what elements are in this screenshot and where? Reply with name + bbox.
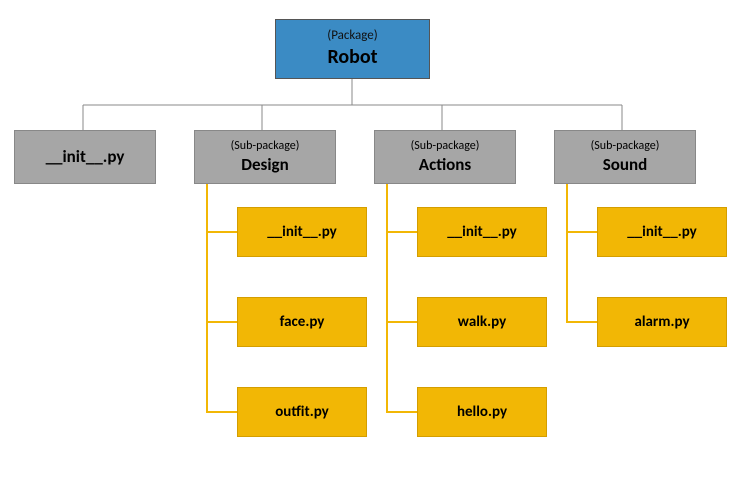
file-actions-0: __init__.py [417,207,547,257]
module-init-root-name: __init__.py [46,146,125,167]
file-design-0: __init__.py [237,207,367,257]
file-sound-0: __init__.py [597,207,727,257]
subpackage-actions: (Sub-package) Actions [374,130,516,184]
subpackage-sound-name: Sound [603,154,648,175]
package-root-name: Robot [327,45,377,70]
subpackage-design-name: Design [241,154,288,175]
module-init-root: __init__.py [14,130,156,184]
subpackage-design-tag: (Sub-package) [231,139,300,154]
package-root-tag: (Package) [327,28,377,44]
file-design-2: outfit.py [237,387,367,437]
file-actions-1: walk.py [417,297,547,347]
subpackage-sound-tag: (Sub-package) [591,139,660,154]
subpackage-design: (Sub-package) Design [194,130,336,184]
subpackage-actions-name: Actions [419,154,471,175]
file-sound-1: alarm.py [597,297,727,347]
subpackage-actions-tag: (Sub-package) [411,139,480,154]
file-design-1: face.py [237,297,367,347]
subpackage-sound: (Sub-package) Sound [554,130,696,184]
file-actions-2: hello.py [417,387,547,437]
package-root: (Package) Robot [275,19,430,79]
